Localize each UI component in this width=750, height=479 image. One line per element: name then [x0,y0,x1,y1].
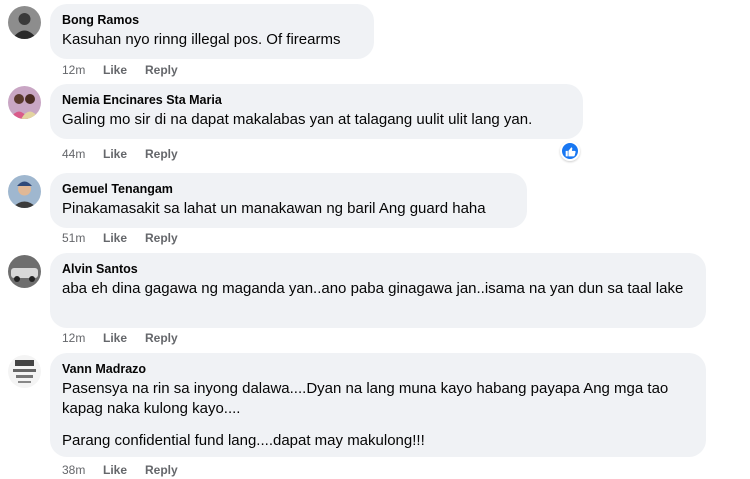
commenter-name[interactable]: Alvin Santos [62,261,694,278]
comment-actions: 12m Like Reply [62,62,178,78]
like-reaction-icon[interactable] [560,141,580,161]
comment-timestamp[interactable]: 51m [62,230,103,246]
like-button[interactable]: Like [103,62,145,78]
like-button[interactable]: Like [103,462,145,478]
comment-bubble: Vann Madrazo Pasensya na rin sa inyong d… [50,353,706,457]
comment-bubble: Gemuel Tenangam Pinakamasakit sa lahat u… [50,173,527,228]
comment-text: Pasensya na rin sa inyong dalawa....Dyan… [62,380,669,417]
avatar-image [8,6,41,39]
reply-button[interactable]: Reply [145,230,178,246]
avatar-image [8,86,41,119]
comment-text: Parang confidential fund lang....dapat m… [62,432,425,449]
avatar-image [8,255,41,288]
thumbs-up-icon [565,146,576,156]
comment-text: Kasuhan nyo rinng illegal pos. Of firear… [62,31,341,48]
comment-bubble: Bong Ramos Kasuhan nyo rinng illegal pos… [50,4,374,59]
comment-actions: 12m Like Reply [62,330,178,346]
commenter-name[interactable]: Gemuel Tenangam [62,181,515,198]
commenter-name[interactable]: Vann Madrazo [62,361,694,378]
avatar-image [8,175,41,208]
comment-bubble: Alvin Santos aba eh dina gagawa ng magan… [50,253,706,328]
avatar[interactable] [8,255,41,288]
comment-actions: 38m Like Reply [62,462,178,478]
comment-text: Galing mo sir di na dapat makalabas yan … [62,111,533,128]
like-button[interactable]: Like [103,330,145,346]
avatar-image [8,355,41,388]
comment-timestamp[interactable]: 38m [62,462,103,478]
comment-actions: 44m Like Reply [62,146,178,162]
like-button[interactable]: Like [103,146,145,162]
commenter-name[interactable]: Nemia Encinares Sta Maria [62,92,571,109]
reply-button[interactable]: Reply [145,146,178,162]
comment-text: Pinakamasakit sa lahat un manakawan ng b… [62,200,486,217]
comment-timestamp[interactable]: 12m [62,62,103,78]
reply-button[interactable]: Reply [145,330,178,346]
avatar[interactable] [8,175,41,208]
avatar[interactable] [8,355,41,388]
comment-text: aba eh dina gagawa ng maganda yan..ano p… [62,280,684,297]
comment-bubble: Nemia Encinares Sta Maria Galing mo sir … [50,84,583,139]
like-button[interactable]: Like [103,230,145,246]
comment-timestamp[interactable]: 12m [62,330,103,346]
reply-button[interactable]: Reply [145,62,178,78]
comment-timestamp[interactable]: 44m [62,146,103,162]
avatar[interactable] [8,6,41,39]
avatar[interactable] [8,86,41,119]
reply-button[interactable]: Reply [145,462,178,478]
comment-actions: 51m Like Reply [62,230,178,246]
commenter-name[interactable]: Bong Ramos [62,12,362,29]
